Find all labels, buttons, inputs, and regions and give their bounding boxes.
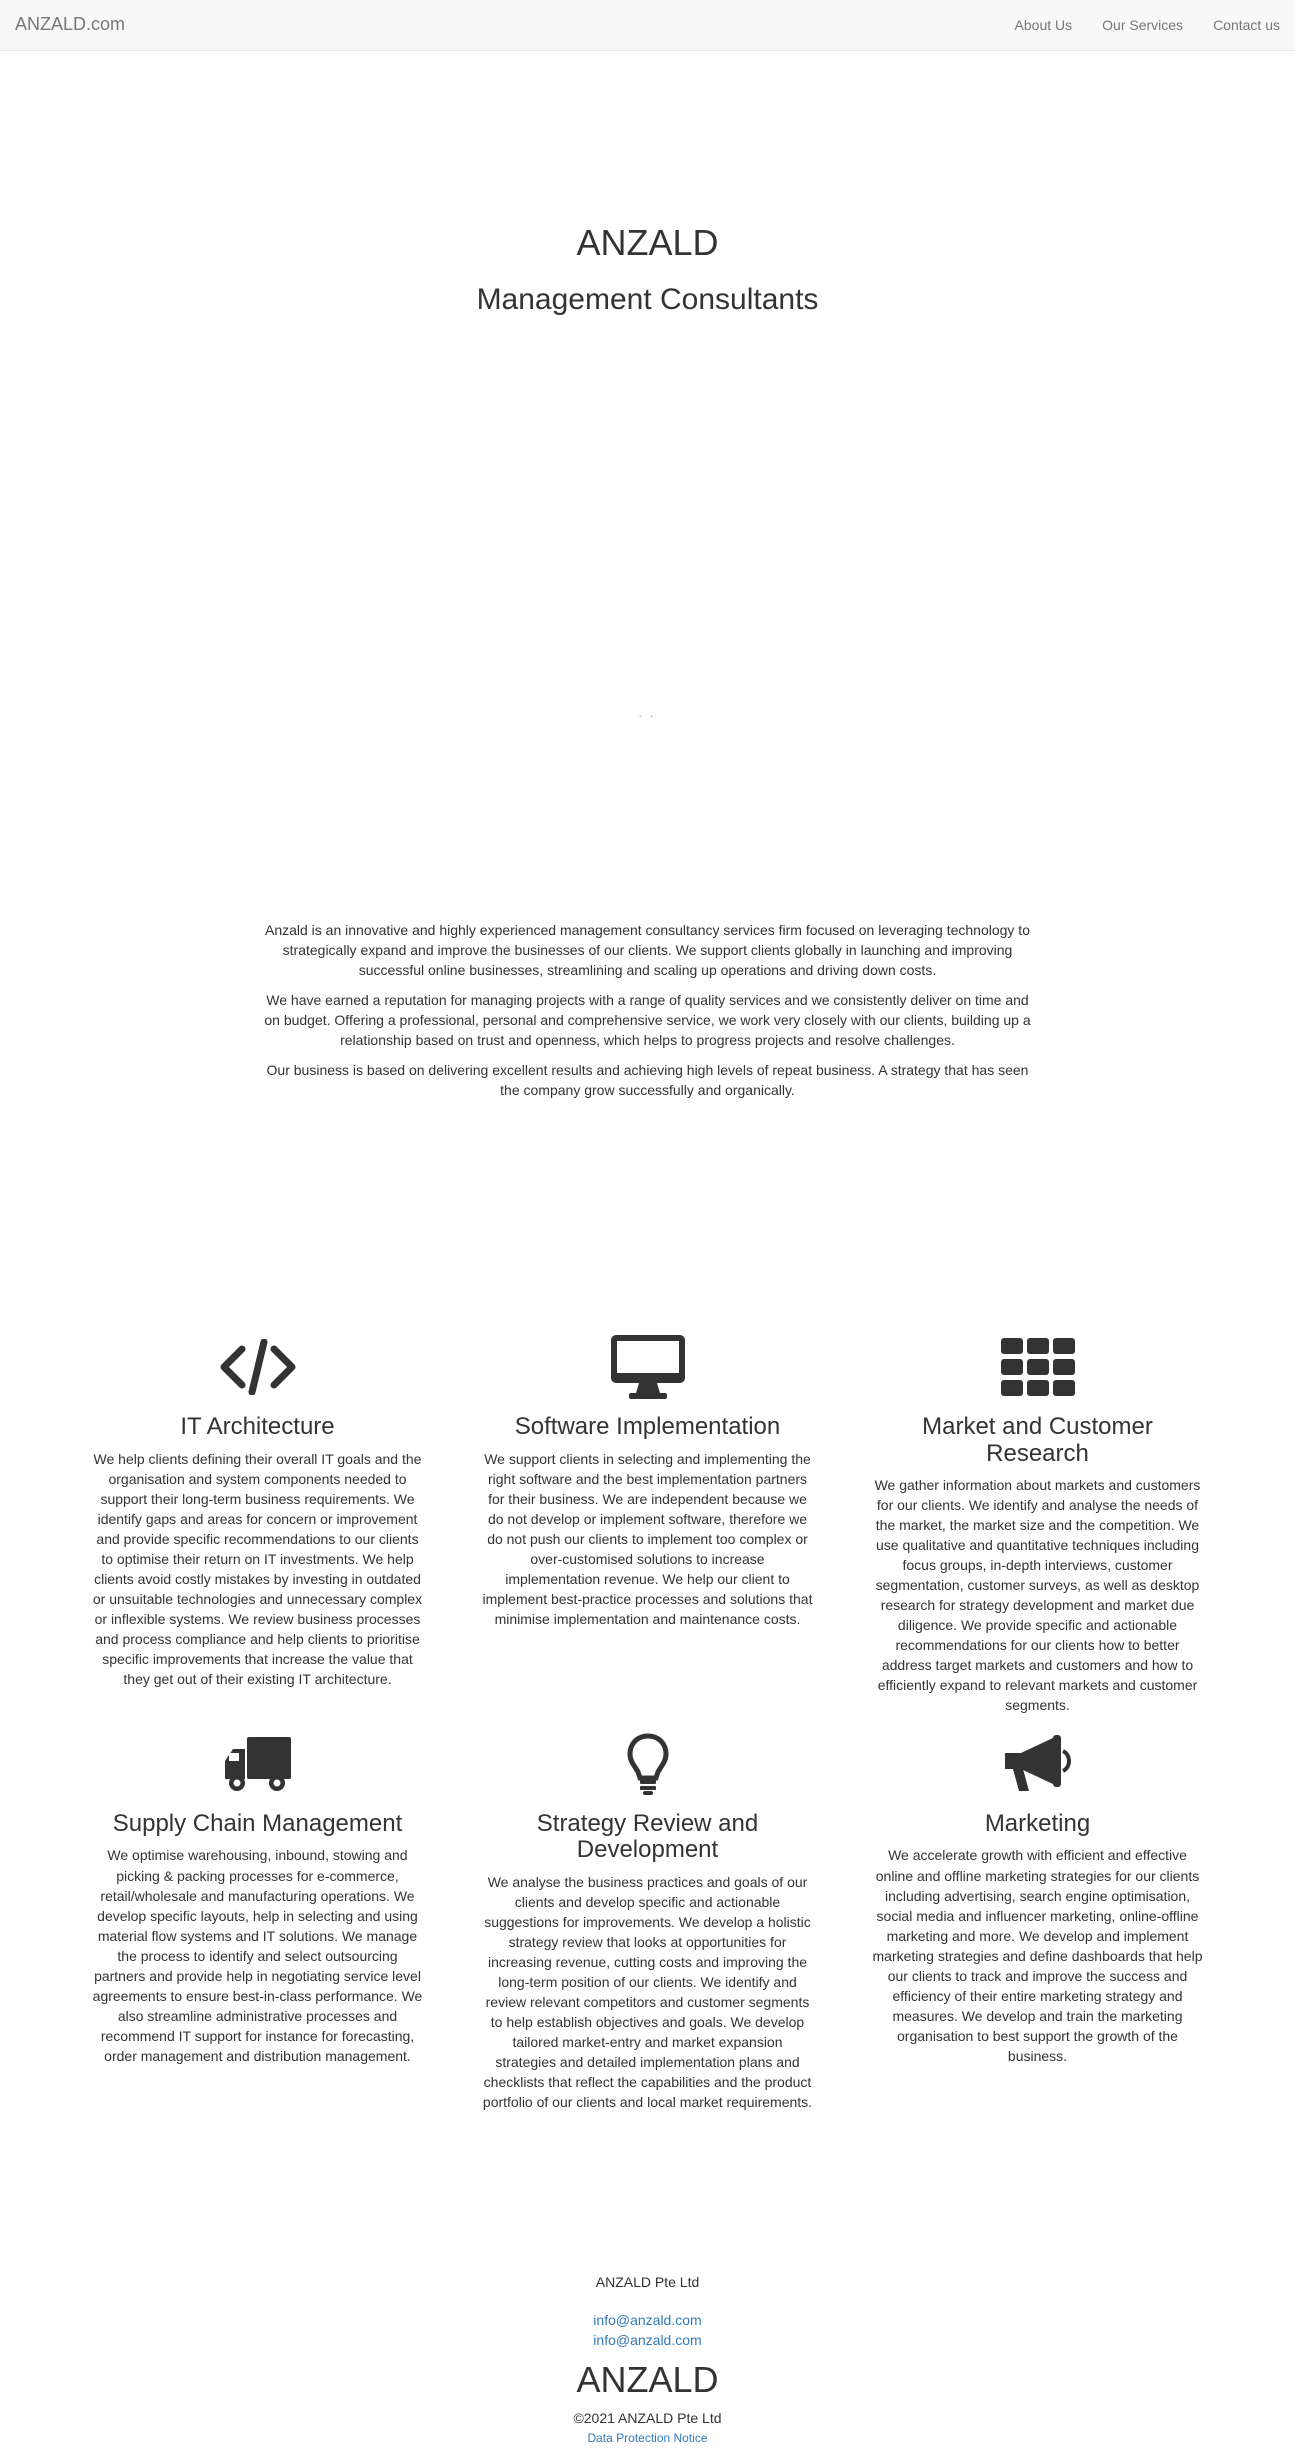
- intro-paragraph: We have earned a reputation for managing…: [264, 992, 1031, 1049]
- hero: ANZALD Management Consultants • •: [0, 51, 1295, 721]
- nav-menu: About Us Our Services Contact us: [1000, 15, 1280, 35]
- email-link[interactable]: info@anzald.com: [0, 2310, 1295, 2330]
- service-it-architecture: IT Architecture We help clients defining…: [63, 1328, 453, 1715]
- data-protection-link[interactable]: Data Protection Notice: [0, 2430, 1295, 2447]
- intro-paragraph: Anzald is an innovative and highly exper…: [264, 922, 1030, 979]
- service-strategy-review: Strategy Review and Development We analy…: [453, 1725, 843, 2112]
- service-description: We support clients in selecting and impl…: [482, 1450, 813, 1627]
- nav-our-services[interactable]: Our Services: [1087, 15, 1198, 35]
- service-title: Strategy Review and Development: [536, 1810, 759, 1864]
- navbar: ANZALD.com About Us Our Services Contact…: [0, 0, 1295, 51]
- copyright: ©2021 ANZALD Pte Ltd: [573, 2409, 722, 2426]
- nav-about-us[interactable]: About Us: [1000, 15, 1088, 35]
- footer: ANZALD Pte Ltd info@anzald.com info@anza…: [0, 2272, 1295, 2459]
- code-icon: [93, 1328, 423, 1406]
- bullhorn-icon: [873, 1725, 1203, 1803]
- intro-paragraph: Our business is based on delivering exce…: [266, 1062, 1029, 1099]
- service-description: We analyse the business practices and go…: [482, 1873, 813, 2111]
- carousel-indicator: • •: [639, 712, 656, 721]
- service-description: We optimise warehousing, inbound, stowin…: [92, 1847, 423, 2064]
- service-market-research: Market and Customer Research We gather i…: [843, 1328, 1233, 1715]
- intro-section: Anzald is an innovative and highly exper…: [263, 920, 1033, 1100]
- service-description: We accelerate growth with efficient and …: [872, 1847, 1203, 2064]
- service-title: Market and Customer Research: [922, 1413, 1153, 1467]
- hero-subtitle: Management Consultants: [476, 283, 819, 316]
- hero-title: ANZALD: [576, 222, 719, 263]
- brand-link[interactable]: ANZALD.com: [15, 12, 125, 38]
- service-description: We help clients defining their overall I…: [92, 1450, 423, 1687]
- services-section: IT Architecture We help clients defining…: [63, 1328, 1233, 2112]
- service-supply-chain: Supply Chain Management We optimise ware…: [63, 1725, 453, 2112]
- service-marketing: Marketing We accelerate growth with effi…: [843, 1725, 1233, 2112]
- email-link[interactable]: info@anzald.com: [0, 2330, 1295, 2350]
- nav-contact-us[interactable]: Contact us: [1198, 15, 1280, 35]
- desktop-icon: [483, 1328, 813, 1406]
- th-icon: [873, 1328, 1203, 1406]
- service-software-implementation: Software Implementation We support clien…: [453, 1328, 843, 1715]
- service-title: Software Implementation: [514, 1413, 781, 1441]
- footer-logo: ANZALD: [576, 2359, 719, 2401]
- service-title: Supply Chain Management: [112, 1810, 403, 1838]
- truck-icon: [93, 1725, 423, 1803]
- lightbulb-icon: [483, 1725, 813, 1803]
- service-title: IT Architecture: [180, 1413, 335, 1441]
- footer-company-name: ANZALD Pte Ltd: [595, 2274, 700, 2291]
- service-title: Marketing: [984, 1810, 1091, 1838]
- service-description: We gather information about markets and …: [874, 1476, 1201, 1714]
